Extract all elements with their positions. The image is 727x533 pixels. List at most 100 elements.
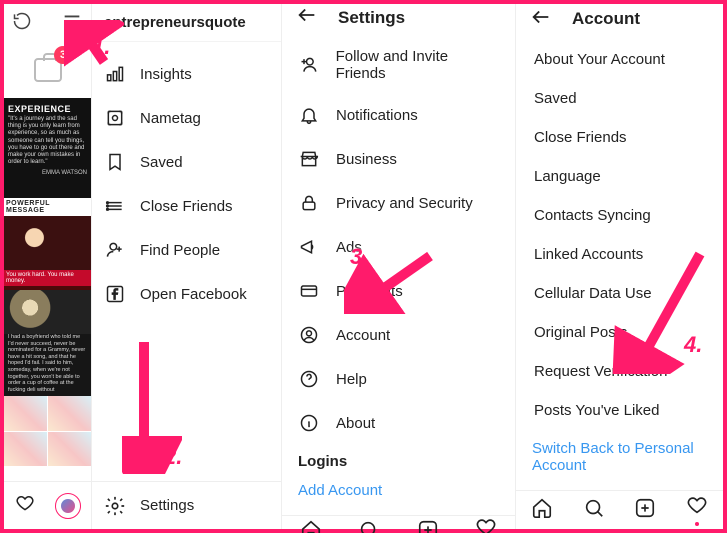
menu-item-saved[interactable]: Saved [92, 140, 281, 184]
menu-item-label: Insights [140, 66, 192, 83]
profile-avatar[interactable] [55, 493, 81, 519]
tab-bar [282, 515, 515, 533]
feed-post[interactable] [4, 396, 91, 466]
invite-icon [298, 54, 320, 76]
back-icon[interactable] [530, 6, 552, 33]
tab-search[interactable] [358, 519, 380, 533]
tab-activity[interactable] [475, 516, 497, 533]
help-icon [298, 368, 320, 390]
account-item[interactable]: Contacts Syncing [516, 196, 723, 235]
post-title: POWERFUL MESSAGE [4, 198, 91, 216]
account-item[interactable]: Request Verification [516, 352, 723, 391]
settings-item-store[interactable]: Business [282, 137, 515, 181]
tab-new-post[interactable] [634, 497, 656, 524]
tab-search[interactable] [583, 497, 605, 524]
settings-item-bell[interactable]: Notifications [282, 93, 515, 137]
settings-label: Settings [140, 497, 194, 514]
account-item[interactable]: Linked Accounts [516, 235, 723, 274]
find-people-icon [104, 239, 126, 261]
post-image [4, 290, 91, 334]
settings-item-label: Follow and Invite Friends [336, 48, 499, 82]
tab-home[interactable] [300, 519, 322, 533]
menu-item-find-people[interactable]: Find People [92, 228, 281, 272]
tab-activity[interactable] [686, 494, 708, 526]
facebook-icon [104, 283, 126, 305]
settings-item-help[interactable]: Help [282, 357, 515, 401]
profile-feed-strip: 3 EXPERIENCE "It's a journey and the sad… [4, 4, 92, 529]
settings-item-label: Notifications [336, 107, 418, 124]
settings-item-label: Account [336, 327, 390, 344]
logins-section-label: Logins [282, 445, 515, 472]
saved-icon [104, 151, 126, 173]
post-body: "It's a journey and the sad thing is you… [4, 116, 91, 170]
tab-home[interactable] [531, 497, 553, 524]
settings-item-label: Business [336, 151, 397, 168]
account-item[interactable]: Language [516, 157, 723, 196]
settings-title: Settings [338, 8, 405, 28]
annotation-3: 3. [350, 244, 368, 270]
notification-badge: 3 [54, 46, 72, 64]
feed-post[interactable]: POWERFUL MESSAGE You work hard. You make… [4, 198, 91, 290]
profile-username: entrepreneursquote [92, 4, 281, 42]
bell-icon [298, 104, 320, 126]
menu-item-insights[interactable]: Insights [92, 52, 281, 96]
annotation-2: 2. [164, 444, 182, 470]
settings-item-label: Help [336, 371, 367, 388]
menu-item-label: Close Friends [140, 198, 233, 215]
feed-bottom-bar [4, 481, 91, 529]
history-icon[interactable] [12, 11, 32, 36]
settings-item-label: Privacy and Security [336, 195, 473, 212]
menu-item-label: Find People [140, 242, 220, 259]
tab-new-post[interactable] [417, 519, 439, 533]
account-item[interactable]: Saved [516, 79, 723, 118]
card-icon [298, 280, 320, 302]
gear-icon [104, 495, 126, 517]
insights-icon [104, 63, 126, 85]
menu-item-close-friends[interactable]: Close Friends [92, 184, 281, 228]
settings-item-label: Payments [336, 283, 403, 300]
ads-icon [298, 236, 320, 258]
profile-side-menu: entrepreneursquote Insights Nametag Save… [92, 4, 282, 529]
account-item[interactable]: Posts You've Liked [516, 391, 723, 430]
switch-account-link[interactable]: Switch Back to Personal Account [516, 430, 723, 484]
feed-post[interactable]: EXPERIENCE "It's a journey and the sad t… [4, 98, 91, 198]
annotation-1: 1. [92, 34, 110, 60]
add-account-link[interactable]: Add Account [282, 472, 515, 509]
lock-icon [298, 192, 320, 214]
menu-item-label: Saved [140, 154, 183, 171]
account-item[interactable]: Cellular Data Use [516, 274, 723, 313]
info-icon [298, 412, 320, 434]
feed-post[interactable]: I had a boyfriend who told me I'd never … [4, 290, 91, 396]
settings-item-ads[interactable]: Ads [282, 225, 515, 269]
settings-item-label: About [336, 415, 375, 432]
menu-item-facebook[interactable]: Open Facebook [92, 272, 281, 316]
settings-item-card[interactable]: Payments [282, 269, 515, 313]
settings-panel: Settings Follow and Invite Friends Notif… [282, 4, 516, 529]
settings-item-account[interactable]: Account [282, 313, 515, 357]
post-body: I had a boyfriend who told me I'd never … [4, 334, 91, 397]
close-friends-icon [104, 195, 126, 217]
story-tray[interactable]: 3 [4, 42, 91, 98]
menu-item-label: Nametag [140, 110, 201, 127]
back-icon[interactable] [296, 4, 318, 31]
account-item[interactable]: Close Friends [516, 118, 723, 157]
post-title: EXPERIENCE [4, 98, 91, 116]
store-icon [298, 148, 320, 170]
account-title: Account [572, 9, 640, 29]
like-icon[interactable] [14, 493, 36, 518]
menu-item-nametag[interactable]: Nametag [92, 96, 281, 140]
menu-item-label: Open Facebook [140, 286, 247, 303]
settings-item-lock[interactable]: Privacy and Security [282, 181, 515, 225]
hamburger-menu-icon[interactable] [61, 10, 83, 37]
nametag-icon [104, 107, 126, 129]
post-caption: You work hard. You make money. [4, 270, 91, 286]
tab-bar [516, 490, 723, 529]
account-item[interactable]: About Your Account [516, 40, 723, 79]
settings-item-invite[interactable]: Follow and Invite Friends [282, 37, 515, 93]
settings-item-info[interactable]: About [282, 401, 515, 445]
annotation-4: 4. [684, 332, 702, 358]
account-panel: Account About Your AccountSavedClose Fri… [516, 4, 723, 529]
post-author: EMMA WATSON [4, 170, 91, 180]
post-image [4, 216, 91, 270]
settings-button[interactable]: Settings [92, 481, 281, 529]
